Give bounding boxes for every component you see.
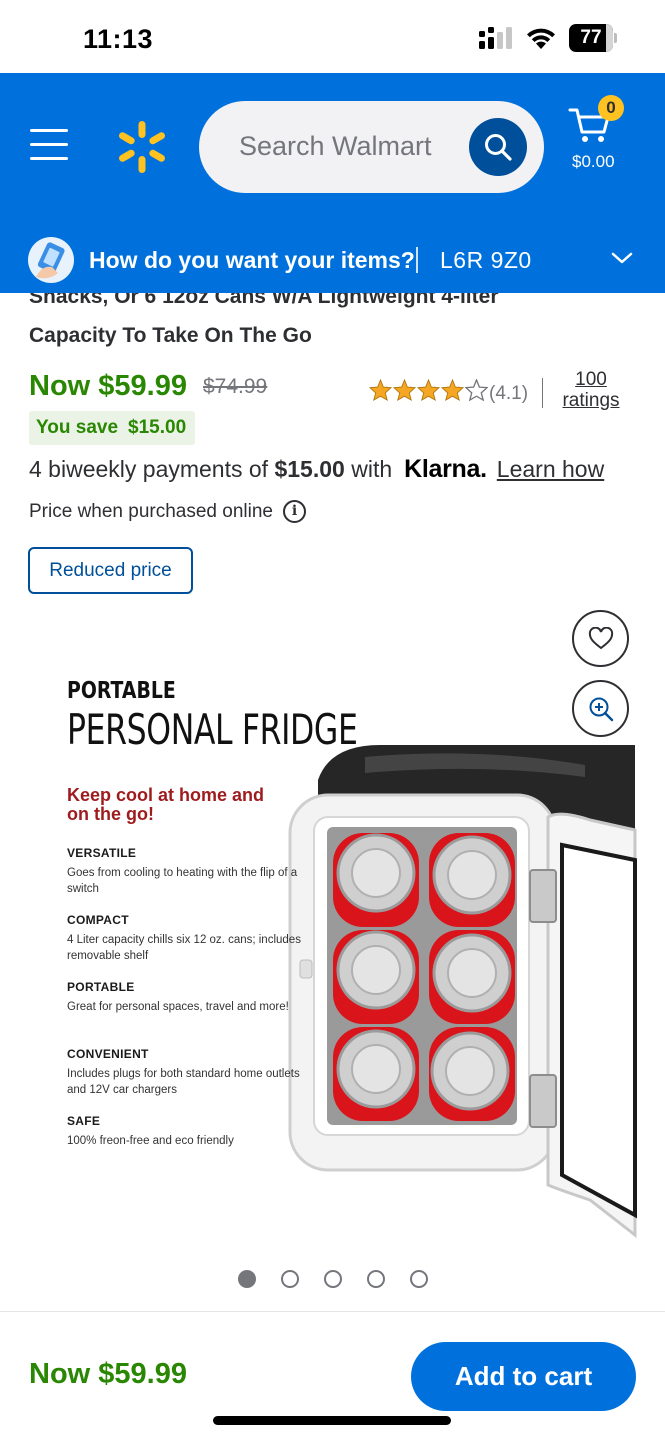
zoom-in-icon [589,697,613,721]
header: 0 $0.00 [0,73,665,233]
promo-heading-large: PERSONAL FRIDGE [67,705,358,754]
delivery-selector[interactable]: How do you want your items? L6R 9Z0 [0,233,665,293]
heart-icon [588,626,613,649]
footer-divider [0,1311,665,1312]
favorite-button[interactable] [572,610,629,667]
current-price: Now $59.99 [29,370,187,402]
feature-desc: Goes from cooling to heating with the fl… [67,867,298,895]
search-icon [485,134,512,161]
reduced-price-badge: Reduced price [28,547,193,594]
carousel-dot-2[interactable] [281,1270,299,1288]
search-button[interactable] [469,118,527,176]
cart-total: $0.00 [572,152,615,171]
carousel-dot-4[interactable] [367,1270,385,1288]
search-input[interactable] [239,131,439,162]
rating-divider [542,378,543,408]
klarna-amount: $15.00 [274,456,345,482]
cart-count-badge: 0 [598,95,624,121]
star-full-icon [369,379,392,401]
feature-desc: 100% freon-free and eco friendly [67,1135,234,1147]
ratings-count-link[interactable]: 100 ratings [559,369,623,411]
feature-title: VERSATILE [67,846,137,860]
delivery-phone-icon [28,237,74,283]
carousel-dots [238,1270,428,1288]
menu-icon[interactable] [30,129,70,163]
carousel-dot-1[interactable] [238,1270,256,1288]
klarna-prefix: 4 biweekly payments of [29,456,269,482]
carousel-dot-3[interactable] [324,1270,342,1288]
feature-title: CONVENIENT [67,1047,149,1061]
wifi-icon [527,28,555,49]
feature-desc: Great for personal spaces, travel and mo… [67,1001,289,1013]
status-icons: 77 [479,24,617,52]
price-note: Price when purchased online i [29,500,306,523]
star-full-icon [441,379,464,401]
feature-title: SAFE [67,1114,101,1128]
cart-button[interactable]: 0 $0.00 [566,95,636,175]
savings-amount: $15.00 [128,417,187,438]
carousel-dot-5[interactable] [410,1270,428,1288]
info-icon[interactable]: i [283,500,306,523]
home-indicator[interactable] [213,1416,451,1425]
search-bar[interactable] [199,101,544,193]
zoom-button[interactable] [572,680,629,737]
promo-tagline: Keep cool at home and on the go! [67,785,265,824]
ratings-count-label: ratings [562,390,620,411]
chevron-down-icon[interactable] [611,251,633,265]
klarna-learn-how-link[interactable]: Learn how [497,456,604,483]
battery-icon: 77 [569,24,617,52]
ratings-count-number: 100 [575,369,607,390]
status-bar: 11:13 77 [0,0,665,73]
feature-title: COMPACT [67,913,129,927]
price-note-text: Price when purchased online [29,500,273,522]
delivery-question: How do you want your items? [89,247,415,273]
battery-level: 77 [580,27,602,48]
walmart-spark-logo[interactable] [116,121,168,173]
footer-price: Now $59.99 [29,1358,187,1390]
klarna-payment-row: 4 biweekly payments of $15.00 with Klarn… [29,455,604,484]
delivery-postal-code: L6R 9Z0 [440,247,532,273]
star-empty-icon [465,379,488,401]
was-price: $74.99 [203,375,268,398]
feature-title: PORTABLE [67,980,135,994]
cellular-signal-icon [479,27,512,49]
add-to-cart-button[interactable]: Add to cart [411,1342,636,1411]
feature-desc: Includes plugs for both standard home ou… [67,1068,300,1096]
promo-heading-small: PORTABLE [67,678,176,704]
product-title-line-2: Capacity To Take On The Go [29,324,312,347]
status-time: 11:13 [83,24,154,54]
product-title-line-1: Snacks, Or 6 12oz Cans W/A Lightweight 4… [29,293,499,308]
rating-stars[interactable] [369,379,488,401]
delivery-divider [416,247,418,273]
star-full-icon [417,379,440,401]
rating-value: (4.1) [489,383,529,404]
savings-label: You save [36,417,119,438]
savings-badge: You save $15.00 [29,411,195,445]
product-title-clip: Snacks, Or 6 12oz Cans W/A Lightweight 4… [0,293,665,315]
star-full-icon [393,379,416,401]
klarna-with: with [351,456,393,482]
feature-desc: 4 Liter capacity chills six 12 oz. cans;… [67,934,301,962]
klarna-logo: Klarna. [404,455,487,483]
